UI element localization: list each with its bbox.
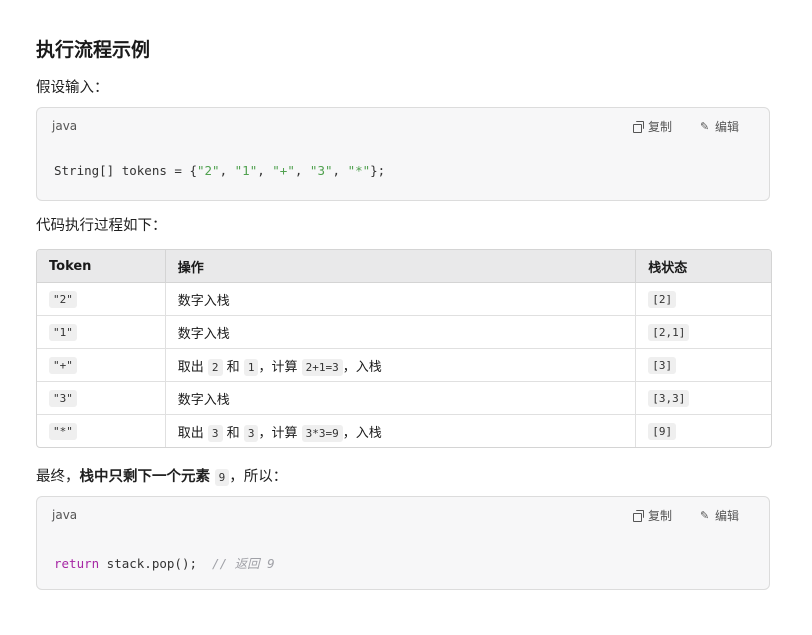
token-cell: "*" bbox=[37, 415, 166, 447]
code-string: "3" bbox=[309, 163, 333, 178]
operation-cell: 数字入栈 bbox=[165, 283, 637, 316]
code-language-label: java bbox=[52, 508, 78, 522]
section-heading: 执行流程示例 bbox=[36, 39, 151, 61]
code-text: , bbox=[332, 163, 348, 178]
table-row: "2" 数字入栈 [2] bbox=[37, 283, 771, 316]
stack-cell: [2] bbox=[636, 283, 771, 316]
stack-code: [3,3] bbox=[648, 389, 690, 407]
code-text: , bbox=[219, 163, 235, 178]
edit-button[interactable]: ✎ 编辑 bbox=[700, 507, 739, 524]
process-intro-text: 代码执行过程如下： bbox=[36, 218, 167, 234]
final-bold: 栈中只剩下一个元素 bbox=[79, 469, 211, 485]
stack-cell: [2,1] bbox=[636, 316, 771, 349]
operand-code: 3 bbox=[243, 424, 259, 442]
intro-text: 假设输入： bbox=[36, 80, 109, 96]
table-header-row: Token 操作 栈状态 bbox=[37, 250, 771, 283]
token-cell: "1" bbox=[37, 316, 166, 349]
execution-table: Token 操作 栈状态 "2" 数字入栈 [2] "1" 数字入栈 [2,1]… bbox=[36, 249, 772, 448]
final-text: 最终，栈中只剩下一个元素 9 ，所以： bbox=[36, 465, 287, 486]
code-comment: // 返回 9 bbox=[212, 556, 275, 571]
operation-cell: 取出 2 和 1 ，计算 2+1=3 ，入栈 bbox=[165, 349, 637, 382]
operand-code: 1 bbox=[243, 358, 259, 376]
copy-label: 复制 bbox=[647, 120, 672, 134]
code-block-input: java 复制 ✎ 编辑 String[] tokens = {"2", "1"… bbox=[36, 107, 770, 201]
op-text: 取出 bbox=[177, 359, 204, 375]
code-keyword: return bbox=[54, 556, 100, 571]
code-line: return stack.pop(); // 返回 9 bbox=[54, 553, 275, 572]
stack-code: [9] bbox=[648, 422, 677, 440]
token-code: "3" bbox=[49, 389, 77, 407]
copy-icon bbox=[632, 121, 644, 133]
code-text: , bbox=[294, 163, 310, 178]
op-text: ，计算 bbox=[258, 425, 298, 441]
token-cell: "2" bbox=[37, 283, 166, 316]
op-text: 和 bbox=[226, 425, 240, 441]
header-operation: 操作 bbox=[165, 250, 637, 283]
code-text: , bbox=[257, 163, 273, 178]
edit-label: 编辑 bbox=[714, 120, 739, 134]
header-stack-state: 栈状态 bbox=[636, 250, 771, 283]
table-row: "*" 取出 3 和 3 ，计算 3*3=9 ，入栈 [9] bbox=[37, 415, 771, 447]
op-text: ，入栈 bbox=[342, 359, 382, 375]
stack-cell: [3] bbox=[636, 349, 771, 382]
token-code: "+" bbox=[49, 356, 77, 374]
op-text: ，入栈 bbox=[342, 425, 382, 441]
expression-code: 2+1=3 bbox=[301, 358, 343, 376]
code-line: String[] tokens = {"2", "1", "+", "3", "… bbox=[54, 163, 385, 178]
copy-button[interactable]: 复制 bbox=[632, 507, 672, 524]
pencil-icon: ✎ bbox=[699, 509, 710, 522]
stack-cell: [9] bbox=[636, 415, 771, 447]
header-token: Token bbox=[37, 250, 166, 283]
op-text: ，计算 bbox=[258, 359, 298, 375]
operand-code: 2 bbox=[207, 358, 223, 376]
token-code: "2" bbox=[49, 290, 77, 308]
operation-cell: 取出 3 和 3 ，计算 3*3=9 ，入栈 bbox=[166, 415, 637, 447]
code-block-header: java 复制 ✎ 编辑 bbox=[37, 497, 769, 533]
table-row: "1" 数字入栈 [2,1] bbox=[37, 316, 771, 349]
token-code: "*" bbox=[49, 422, 77, 440]
code-block-header: java 复制 ✎ 编辑 bbox=[37, 108, 769, 144]
op-text: 和 bbox=[226, 359, 240, 375]
table-row: "3" 数字入栈 [3,3] bbox=[37, 382, 771, 415]
copy-icon bbox=[632, 510, 644, 522]
stack-code: [2] bbox=[648, 290, 677, 308]
code-block-return: java 复制 ✎ 编辑 return stack.pop(); // 返回 9 bbox=[36, 496, 770, 590]
pencil-icon: ✎ bbox=[699, 120, 710, 133]
code-text: String[] tokens = { bbox=[54, 163, 197, 178]
code-string: "*" bbox=[347, 163, 371, 178]
code-text: }; bbox=[370, 163, 386, 178]
token-cell: "3" bbox=[37, 382, 166, 415]
code-string: "2" bbox=[197, 163, 220, 178]
copy-button[interactable]: 复制 bbox=[632, 118, 672, 135]
copy-label: 复制 bbox=[647, 509, 672, 523]
final-value-code: 9 bbox=[214, 469, 230, 486]
final-pre: 最终， bbox=[36, 469, 80, 485]
operand-code: 3 bbox=[207, 424, 223, 442]
table-row: "+" 取出 2 和 1 ，计算 2+1=3 ，入栈 [3] bbox=[37, 349, 771, 382]
op-text: 取出 bbox=[177, 425, 204, 441]
edit-button[interactable]: ✎ 编辑 bbox=[700, 118, 739, 135]
final-post: ，所以： bbox=[229, 469, 288, 485]
operation-cell: 数字入栈 bbox=[165, 316, 637, 349]
code-text: stack.pop(); bbox=[99, 556, 213, 571]
token-cell: "+" bbox=[37, 349, 166, 382]
stack-code: [2,1] bbox=[648, 323, 690, 341]
code-language-label: java bbox=[52, 119, 78, 133]
code-string: "+" bbox=[272, 163, 295, 178]
stack-code: [3] bbox=[648, 356, 677, 374]
code-string: "1" bbox=[234, 163, 258, 178]
operation-cell: 数字入栈 bbox=[165, 382, 637, 415]
stack-cell: [3,3] bbox=[636, 382, 771, 415]
expression-code: 3*3=9 bbox=[301, 424, 343, 442]
token-code: "1" bbox=[49, 323, 77, 341]
edit-label: 编辑 bbox=[714, 509, 739, 523]
